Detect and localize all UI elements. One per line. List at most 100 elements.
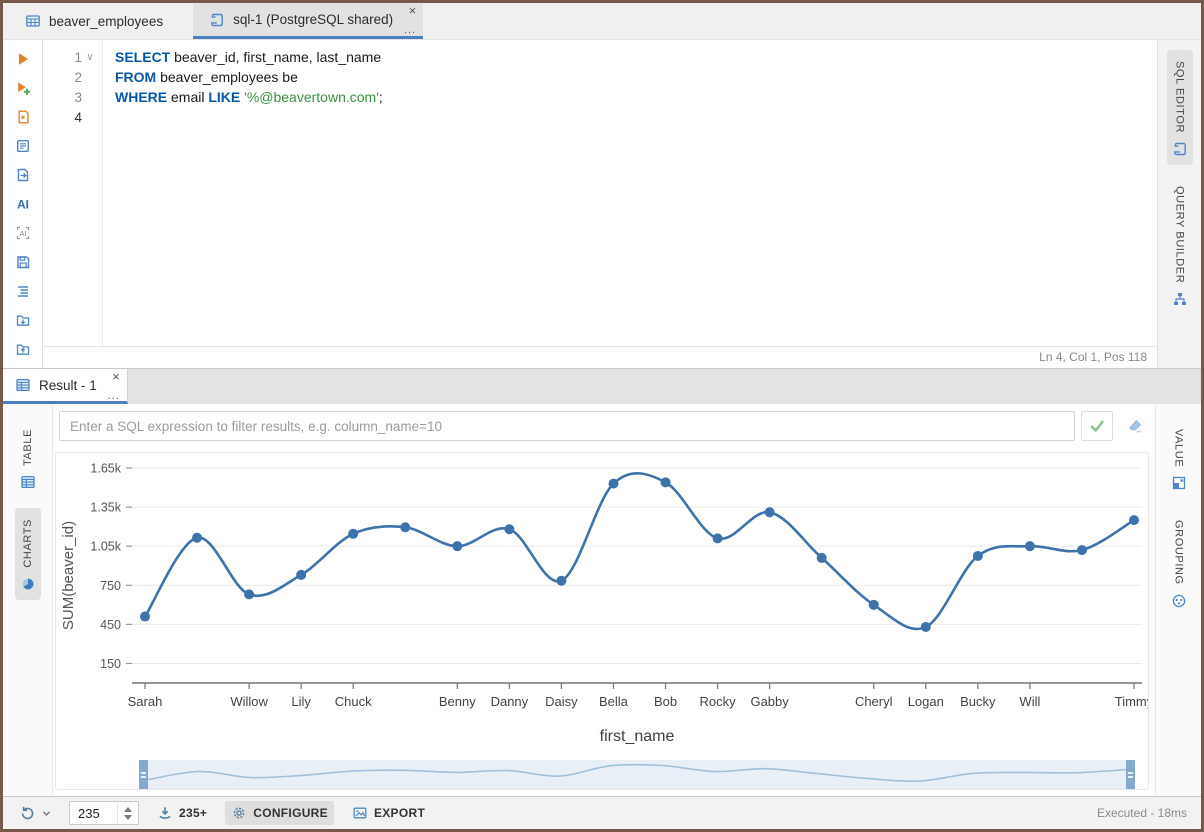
refresh-button[interactable] [13,801,57,826]
grid-icon [20,474,36,490]
editor-scroll-area: 1∨234 SELECT beaver_id, first_name, last… [43,40,1157,346]
svg-text:150: 150 [100,657,121,671]
grouping-icon [1171,593,1187,609]
fetch-more-button[interactable]: 235+ [151,801,213,825]
svg-text:Bella: Bella [599,694,629,709]
save-sql-file-button[interactable] [8,334,38,363]
filter-input[interactable] [59,411,1075,441]
open-sql-file-button[interactable] [8,305,38,334]
spinner-arrows[interactable] [117,802,138,824]
brush-right-handle[interactable] [1126,760,1135,790]
svg-text:Gabby: Gabby [750,694,789,709]
svg-text:1.35k: 1.35k [90,501,121,515]
spinner-up-icon[interactable] [124,807,132,812]
format-sql-button[interactable] [8,276,38,305]
tab-beaver-employees[interactable]: beaver_employees [9,3,179,39]
line-number: 3 [43,87,102,107]
row-limit-spinner [69,801,139,825]
explain-plan-icon [15,138,31,154]
results-presentation-tabs: TABLE CHARTS [3,404,53,796]
code-line: SELECT beaver_id, first_name, last_name [115,47,1157,67]
vertical-tab-label: TABLE [22,429,34,466]
tab-menu-icon[interactable]: ... [404,26,416,35]
results-side-panels-tabs: VALUE GROUPING [1155,404,1201,796]
apply-filter-button[interactable] [1081,411,1113,441]
export-from-query-button[interactable] [8,160,38,189]
svg-text:Danny: Danny [491,694,529,709]
sql-editor-region: AI AI 1∨234 SELECT beaver_id, first_name,… [3,40,1201,368]
run-icon [15,51,31,67]
line-chart: 1504507501.05k1.35k1.65kSarahWillowLilyC… [56,453,1148,753]
sql-script-icon [1172,141,1188,157]
run-script-icon [15,109,31,125]
tab-table[interactable]: TABLE [15,418,41,498]
ai-translate-button[interactable]: AI [8,218,38,247]
query-builder-icon [1172,291,1188,307]
panel-tab-grouping[interactable]: GROUPING [1166,509,1192,617]
svg-text:450: 450 [100,618,121,632]
folder-export-icon [15,341,31,357]
fetch-more-label: 235+ [179,806,207,820]
save-script-button[interactable] [8,247,38,276]
execute-statement-button[interactable] [8,44,38,73]
execution-status: Executed - 18ms [1097,806,1191,820]
tab-query-builder[interactable]: QUERY BUILDER [1167,175,1193,315]
results-center: 1504507501.05k1.35k1.65kSarahWillowLilyC… [53,404,1155,796]
svg-text:Daisy: Daisy [545,694,578,709]
ai-assistant-button[interactable]: AI [8,189,38,218]
brush-left-handle[interactable] [139,760,148,790]
vertical-tab-label: GROUPING [1173,520,1185,585]
chart-range-brush[interactable] [139,760,1135,790]
svg-text:Benny: Benny [439,694,476,709]
editor-center: 1∨234 SELECT beaver_id, first_name, last… [43,40,1157,368]
svg-text:Sarah: Sarah [128,694,163,709]
explain-plan-button[interactable] [8,131,38,160]
sql-code-area[interactable]: SELECT beaver_id, first_name, last_nameF… [103,40,1157,346]
tab-sql-1[interactable]: sql-1 (PostgreSQL shared)×... [193,3,423,39]
run-new-tab-icon [15,80,31,96]
line-number: 4 [43,107,102,127]
eraser-icon [1127,418,1144,434]
check-icon [1089,418,1105,434]
panel-tab-value[interactable]: VALUE [1166,418,1192,499]
export-image-icon [352,805,368,821]
tab-result-1[interactable]: Result - 1 × ... [3,369,128,404]
folder-import-icon [15,312,31,328]
svg-text:Willow: Willow [230,694,268,709]
brush-mini-chart [139,760,1135,790]
tab-charts[interactable]: CHARTS [15,508,41,600]
fold-chevron-icon[interactable]: ∨ [82,52,98,63]
editor-side-tabs: SQL EDITOR QUERY BUILDER [1157,40,1201,368]
execute-script-button[interactable] [8,102,38,131]
clear-filter-button[interactable] [1119,411,1151,441]
svg-text:Lily: Lily [291,694,311,709]
close-result-tab-icon[interactable]: × [112,370,120,383]
sql-script-icon [209,12,225,28]
pie-chart-icon [20,576,36,592]
tab-sql-editor[interactable]: SQL EDITOR [1167,50,1193,165]
result-tab-menu-icon[interactable]: ... [108,392,120,401]
row-limit-input[interactable] [70,802,117,824]
chart-panel: 1504507501.05k1.35k1.65kSarahWillowLilyC… [55,452,1149,790]
editor-toolbar: AI AI [3,40,43,368]
table-icon [25,13,41,29]
svg-text:750: 750 [100,579,121,593]
svg-text:Will: Will [1019,694,1040,709]
export-button[interactable]: EXPORT [346,801,431,825]
save-icon [15,254,31,270]
close-tab-icon[interactable]: × [409,4,417,17]
execute-statement-new-tab-button[interactable] [8,73,38,102]
svg-text:AI: AI [17,197,29,211]
svg-text:Bucky: Bucky [960,694,996,709]
tab-label: beaver_employees [49,14,163,29]
configure-button[interactable]: CONFIGURE [225,801,334,825]
filter-bar [53,404,1155,448]
svg-text:Chuck: Chuck [335,694,372,709]
vertical-tab-label: SQL EDITOR [1174,61,1186,133]
spinner-down-icon[interactable] [124,815,132,820]
editor-tab-bar: beaver_employees sql-1 (PostgreSQL shared… [3,3,1201,40]
svg-text:Cheryl: Cheryl [855,694,893,709]
code-line: FROM beaver_employees be [115,67,1157,87]
vertical-tab-label: CHARTS [22,519,34,568]
line-number-gutter: 1∨234 [43,40,103,346]
